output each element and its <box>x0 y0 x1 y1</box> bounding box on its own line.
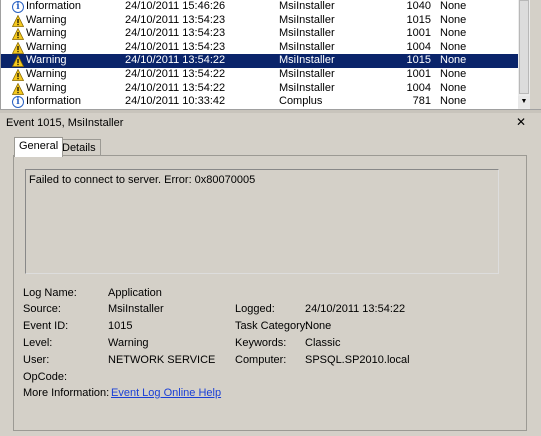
scroll-down-arrow-icon[interactable]: ▼ <box>518 96 530 108</box>
event-level: Warning <box>26 27 67 40</box>
event-id: 781 <box>412 95 431 108</box>
logged-value: 24/10/2011 13:54:22 <box>305 303 406 315</box>
event-date: 24/10/2011 10:33:42 <box>125 95 226 108</box>
warning-icon <box>12 82 24 95</box>
event-source: MsiInstaller <box>279 81 335 94</box>
event-task-category: None <box>440 81 467 94</box>
event-id: 1004 <box>406 40 431 53</box>
info-icon: i <box>12 96 24 109</box>
more-information-label: More Information: <box>23 387 110 399</box>
level-label: Level: <box>23 337 53 349</box>
event-date: 24/10/2011 13:54:22 <box>125 81 226 94</box>
scrollbar-thumb[interactable] <box>519 0 529 94</box>
log-name-label: Log Name: <box>23 287 77 299</box>
event-level: Warning <box>26 54 67 67</box>
logged-label: Logged: <box>235 303 275 315</box>
task-category-label: Task Category: <box>235 320 309 332</box>
event-source: MsiInstaller <box>279 40 335 53</box>
event-message-box[interactable]: Failed to connect to server. Error: 0x80… <box>25 169 499 274</box>
warning-icon <box>12 14 24 27</box>
event-task-category: None <box>440 27 467 40</box>
event-id: 1001 <box>406 68 431 80</box>
keywords-label: Keywords: <box>235 337 287 349</box>
close-icon[interactable]: ✕ <box>516 115 526 129</box>
event-source: MsiInstaller <box>279 0 335 12</box>
event-task-category: None <box>440 13 467 26</box>
event-date: 24/10/2011 13:54:23 <box>125 13 226 26</box>
event-row[interactable]: i Information 24/10/2011 15:46:26 MsiInstal… <box>1 0 519 14</box>
event-level: Warning <box>26 40 67 53</box>
task-category-value: None <box>305 320 332 332</box>
event-source: MsiInstaller <box>279 27 335 40</box>
event-level: Information <box>26 95 82 108</box>
event-level: Warning <box>26 81 67 94</box>
event-id: 1001 <box>406 27 431 40</box>
opcode-label: OpCode: <box>23 371 68 383</box>
warning-icon <box>12 41 24 54</box>
event-level: Warning <box>26 68 67 80</box>
event-row[interactable]: Warning 24/10/2011 13:54:22 MsiInstaller 10… <box>1 54 519 68</box>
level-value: Warning <box>108 337 149 349</box>
log-name-value: Application <box>108 287 162 299</box>
event-row[interactable]: Warning 24/10/2011 13:54:23 MsiInstaller 10… <box>1 14 519 28</box>
user-label: User: <box>23 354 50 366</box>
detail-title: Event 1015, MsiInstaller <box>6 117 124 129</box>
warning-icon <box>12 28 24 41</box>
tab-general[interactable]: General <box>14 137 64 157</box>
event-row[interactable]: Warning 24/10/2011 13:54:23 MsiInstaller 10… <box>1 27 519 41</box>
event-id-value: 1015 <box>108 320 133 332</box>
event-row[interactable]: i Information 24/10/2011 10:33:42 Complus 78… <box>1 95 519 109</box>
event-source: MsiInstaller <box>279 54 335 67</box>
user-value: NETWORK SERVICE <box>108 354 216 366</box>
event-id: 1015 <box>406 54 431 67</box>
event-task-category: None <box>440 54 467 67</box>
vertical-scrollbar[interactable]: ▼ <box>518 0 530 109</box>
event-task-category: None <box>440 0 467 12</box>
event-list[interactable]: i Information 24/10/2011 15:46:26 MsiInstal… <box>0 0 530 109</box>
event-task-category: None <box>440 95 467 108</box>
event-id-label: Event ID: <box>23 320 69 332</box>
source-value: MsiInstaller <box>108 303 164 315</box>
event-source: MsiInstaller <box>279 68 335 80</box>
source-label: Source: <box>23 303 61 315</box>
event-source: MsiInstaller <box>279 13 335 26</box>
event-date: 24/10/2011 13:54:22 <box>125 68 226 80</box>
event-row[interactable]: Warning 24/10/2011 13:54:22 MsiInstaller 10… <box>1 68 519 82</box>
event-id: 1004 <box>406 81 431 94</box>
event-log-online-help-link[interactable]: Event Log Online Help <box>111 387 221 399</box>
event-date: 24/10/2011 13:54:23 <box>125 27 226 40</box>
event-date: 24/10/2011 13:54:23 <box>125 40 226 53</box>
event-id: 1040 <box>406 0 431 12</box>
event-message: Failed to connect to server. Error: 0x80… <box>29 174 256 186</box>
event-level: Warning <box>26 13 67 26</box>
event-date: 24/10/2011 15:46:26 <box>125 0 226 12</box>
computer-label: Computer: <box>235 354 287 366</box>
event-row[interactable]: Warning 24/10/2011 13:54:22 MsiInstaller 10… <box>1 82 519 96</box>
warning-icon <box>12 55 24 68</box>
event-source: Complus <box>279 95 323 108</box>
event-row[interactable]: Warning 24/10/2011 13:54:23 MsiInstaller 10… <box>1 41 519 55</box>
computer-value: SPSQL.SP2010.local <box>305 354 410 366</box>
event-task-category: None <box>440 40 467 53</box>
detail-header: Event 1015, MsiInstaller ✕ <box>0 113 530 133</box>
event-level: Information <box>26 0 82 12</box>
event-date: 24/10/2011 13:54:22 <box>125 54 226 67</box>
keywords-value: Classic <box>305 337 341 349</box>
warning-icon <box>12 69 24 81</box>
event-task-category: None <box>440 68 467 80</box>
info-icon: i <box>12 1 24 13</box>
event-id: 1015 <box>406 13 431 26</box>
